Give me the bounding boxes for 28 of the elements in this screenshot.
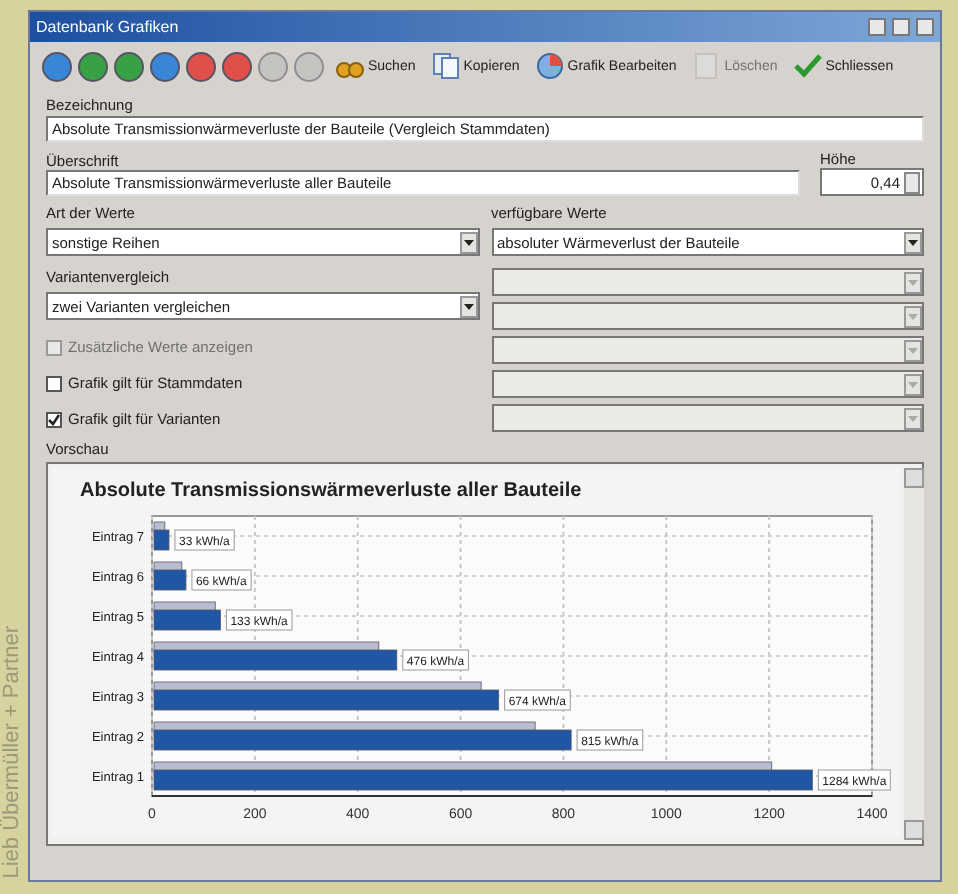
scrollbar[interactable] [904, 468, 924, 840]
window-title: Datenbank Grafiken [36, 18, 181, 36]
round-nav-button[interactable] [150, 51, 180, 81]
caret-icon [463, 239, 473, 245]
round-nav-button[interactable] [186, 51, 216, 81]
maximize-button[interactable] [892, 18, 910, 36]
spin-arrows-icon[interactable] [904, 171, 920, 193]
caret-icon [908, 347, 918, 353]
caret-icon [908, 239, 918, 245]
chart-title: Absolute Transmissionswärmeverluste aller Bauteile [80, 480, 582, 502]
round-nav-button[interactable] [222, 51, 252, 81]
round-nav-button[interactable] [114, 51, 144, 81]
chart-icon [535, 52, 564, 80]
documents-icon [431, 52, 460, 80]
document-icon [692, 52, 721, 80]
caret-icon [908, 415, 918, 421]
caret-icon [463, 303, 473, 309]
minimize-button[interactable] [868, 18, 886, 36]
checkmark-icon [793, 52, 822, 80]
caret-icon [908, 381, 918, 387]
photo-credit: Lieb Übermüller + Partner [0, 625, 24, 878]
caret-icon [908, 279, 918, 285]
round-nav-button[interactable] [78, 51, 108, 81]
checkbox[interactable] [46, 411, 62, 427]
close-button[interactable] [916, 18, 934, 36]
checkbox[interactable] [46, 375, 62, 391]
caret-icon [908, 313, 918, 319]
round-nav-button[interactable] [42, 51, 72, 81]
